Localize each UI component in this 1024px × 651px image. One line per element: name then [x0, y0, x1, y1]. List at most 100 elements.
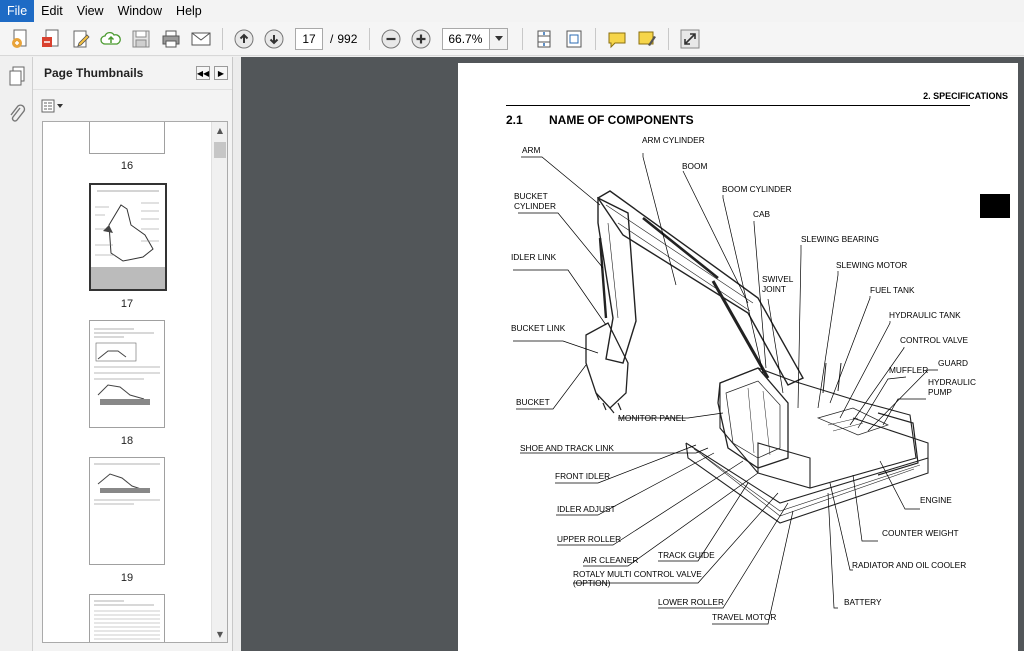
- toolbar-separator: [668, 27, 670, 50]
- label-hydraulic-pump-2: PUMP: [928, 387, 952, 397]
- label-slewing-bearing: SLEWING BEARING: [801, 234, 879, 244]
- comment-icon: [608, 32, 626, 48]
- thumbnail-page-19[interactable]: [89, 457, 165, 565]
- thumbnail-page-20[interactable]: [89, 594, 165, 642]
- label-boom-cylinder: BOOM CYLINDER: [722, 184, 792, 194]
- comment-button[interactable]: [602, 24, 632, 54]
- label-cab: CAB: [753, 209, 771, 219]
- convert-button[interactable]: [36, 24, 66, 54]
- convert-icon: [42, 29, 59, 47]
- document-view: 2. SPECIFICATIONS 2.1 NAME OF COMPONENTS: [241, 57, 1024, 651]
- label-engine: ENGINE: [920, 495, 952, 505]
- chevron-right-icon: ▶: [217, 68, 225, 78]
- label-arm: ARM: [522, 145, 541, 155]
- label-swivel-joint-2: JOINT: [762, 284, 786, 294]
- bucket-cylinder: [598, 237, 608, 319]
- thumbnail-options-button[interactable]: [41, 97, 67, 115]
- collapse-panel-button[interactable]: ◀◀: [196, 66, 210, 80]
- edit-button[interactable]: [66, 24, 96, 54]
- upload-cloud-icon: [100, 31, 121, 45]
- thumbnail-page-18[interactable]: [89, 320, 165, 428]
- label-muffler: MUFFLER: [889, 365, 929, 375]
- edit-icon: [73, 30, 90, 47]
- label-track-guide: TRACK GUIDE: [658, 550, 715, 560]
- menu-view[interactable]: View: [70, 0, 111, 22]
- fit-page-button[interactable]: [529, 24, 559, 54]
- email-button[interactable]: [186, 24, 216, 54]
- label-front-idler: FRONT IDLER: [555, 471, 611, 481]
- save-button[interactable]: [126, 24, 156, 54]
- highlight-icon: [638, 31, 657, 46]
- thumbnail-preview: [94, 328, 160, 405]
- panel-header: Page Thumbnails ◀◀ ▶: [33, 57, 232, 90]
- toolbar-separator: [222, 27, 223, 50]
- label-control-valve: CONTROL VALVE: [900, 335, 969, 345]
- create-pdf-icon: [12, 29, 27, 48]
- menu-bar: File Edit View Window Help: [0, 0, 1024, 22]
- scrollbar-thumb[interactable]: [214, 142, 226, 158]
- next-page-button[interactable]: [259, 24, 289, 54]
- menu-window[interactable]: Window: [111, 0, 169, 22]
- full-screen-button[interactable]: [559, 24, 589, 54]
- thumbnail-preview: [91, 185, 165, 289]
- zoom-dropdown[interactable]: [490, 27, 509, 50]
- page-thumbnails-tab[interactable]: [0, 57, 33, 95]
- scroll-down-icon[interactable]: ▼: [212, 626, 227, 642]
- menu-file[interactable]: File: [0, 0, 35, 22]
- zoom-out-button[interactable]: [376, 24, 406, 54]
- panel-title: Page Thumbnails: [44, 66, 144, 80]
- zoom-input[interactable]: 66.7%: [442, 27, 491, 50]
- label-shoe-and-track-link: SHOE AND TRACK LINK: [520, 443, 614, 453]
- thumbnails-panel: Page Thumbnails ◀◀ ▶ 16 17 18 19 ▲ ▼: [33, 57, 233, 651]
- label-battery: BATTERY: [844, 597, 882, 607]
- print-button[interactable]: [156, 24, 186, 54]
- label-fuel-tank: FUEL TANK: [870, 285, 915, 295]
- thumbnail-preview: [94, 600, 160, 640]
- thumbnail-label: 16: [120, 160, 134, 172]
- zoom-in-icon: [411, 29, 431, 48]
- bucket-outline: [585, 322, 629, 409]
- print-icon: [162, 30, 180, 47]
- menu-help[interactable]: Help: [169, 0, 209, 22]
- upload-button[interactable]: [96, 24, 126, 54]
- page-number-input[interactable]: 17: [295, 27, 323, 50]
- prev-page-button[interactable]: [229, 24, 259, 54]
- pdf-page: 2. SPECIFICATIONS 2.1 NAME OF COMPONENTS: [458, 63, 1018, 651]
- toolbar: 17 / 992 66.7%: [0, 22, 1024, 56]
- label-air-cleaner: AIR CLEANER: [583, 555, 639, 565]
- label-boom: BOOM: [682, 161, 708, 171]
- label-radiator-and-oil-cooler: RADIATOR AND OIL COOLER: [852, 560, 967, 570]
- thumbnail-preview: [94, 463, 160, 505]
- label-bucket-link: BUCKET LINK: [511, 323, 566, 333]
- attachments-tab[interactable]: [0, 95, 33, 133]
- page-total: 992: [337, 31, 358, 46]
- label-idler-link: IDLER LINK: [511, 252, 557, 262]
- fit-page-icon: [537, 30, 551, 47]
- double-chevron-left-icon: ◀◀: [196, 68, 210, 78]
- label-guard: GUARD: [938, 358, 968, 368]
- panel-splitter[interactable]: [233, 57, 241, 651]
- thumbnail-page-16[interactable]: [89, 122, 165, 154]
- toolbar-separator: [522, 27, 524, 50]
- label-rotaly-2: (OPTION): [573, 578, 611, 588]
- label-idler-adjust: IDLER ADJUST: [557, 504, 616, 514]
- label-slewing-motor: SLEWING MOTOR: [836, 260, 908, 270]
- label-counter-weight: COUNTER WEIGHT: [882, 528, 959, 538]
- thumbnail-scrollbar[interactable]: ▲ ▼: [211, 122, 227, 642]
- chevron-down-icon: [494, 35, 503, 41]
- label-arm-cylinder: ARM CYLINDER: [642, 135, 705, 145]
- scroll-up-icon[interactable]: ▲: [212, 122, 227, 138]
- thumbnail-label: 17: [120, 298, 134, 310]
- panel-forward-button[interactable]: ▶: [214, 66, 228, 80]
- label-lower-roller: LOWER ROLLER: [658, 597, 724, 607]
- label-hydraulic-tank: HYDRAULIC TANK: [889, 310, 961, 320]
- zoom-in-button[interactable]: [406, 24, 436, 54]
- expand-icon: [680, 29, 700, 48]
- menu-edit[interactable]: Edit: [34, 0, 70, 22]
- thumbnail-label: 19: [120, 572, 134, 584]
- thumbnail-page-17[interactable]: [89, 183, 167, 291]
- thumbnail-list: 16 17 18 19 ▲ ▼: [42, 121, 228, 643]
- expand-button[interactable]: [675, 24, 705, 54]
- highlight-button[interactable]: [632, 24, 662, 54]
- create-pdf-button[interactable]: [6, 24, 36, 54]
